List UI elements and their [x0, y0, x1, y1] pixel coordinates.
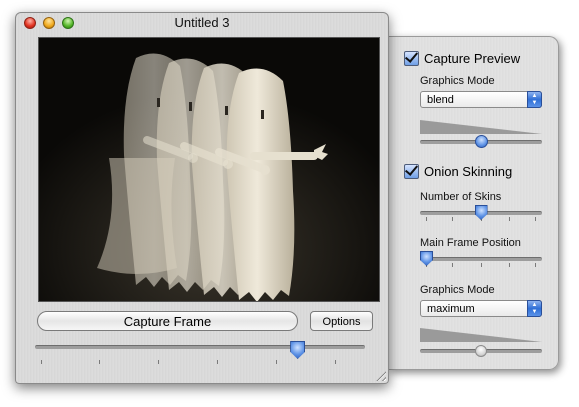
- graphics-mode-label: Graphics Mode: [420, 284, 495, 296]
- options-button[interactable]: Options: [310, 311, 373, 331]
- capture-preview-graphics-mode-popup[interactable]: blend ▲ ▼: [420, 91, 542, 108]
- ghost-figures-image: [39, 38, 379, 301]
- tick-mark: [535, 263, 536, 267]
- tick-mark: [509, 263, 510, 267]
- main-frame-position-label: Main Frame Position: [420, 237, 521, 249]
- tick-mark: [535, 217, 536, 221]
- chevron-up-down-icon: ▲ ▼: [527, 91, 542, 108]
- onion-skinning-row[interactable]: Onion Skinning: [404, 164, 512, 179]
- main-frame-position-slider-track[interactable]: [420, 257, 542, 261]
- window-title: Untitled 3: [174, 15, 230, 30]
- capture-preview-label: Capture Preview: [424, 51, 521, 66]
- tick-mark: [509, 217, 510, 221]
- minimize-icon[interactable]: [43, 17, 55, 29]
- capture-preview-opacity-slider-knob[interactable]: [474, 135, 488, 148]
- onion-skinning-label: Onion Skinning: [424, 164, 513, 179]
- tick-mark: [335, 360, 336, 364]
- frame-slider-ticks: [35, 360, 365, 364]
- opacity-ramp-graphic: [420, 120, 542, 134]
- tick-mark: [452, 263, 453, 267]
- graphics-mode-label: Graphics Mode: [420, 75, 495, 87]
- capture-preview-image: [38, 37, 380, 302]
- frame-slider-track[interactable]: [35, 345, 365, 349]
- graphics-mode-value: blend: [427, 94, 454, 106]
- number-of-skins-label: Number of Skins: [420, 191, 502, 203]
- tick-mark: [481, 263, 482, 267]
- onion-skinning-graphics-mode-popup[interactable]: maximum ▲ ▼: [420, 300, 542, 317]
- frame-slider-knob[interactable]: [290, 341, 306, 359]
- tick-mark: [99, 360, 100, 364]
- capture-preview-row[interactable]: Capture Preview: [404, 51, 520, 66]
- tick-mark: [276, 360, 277, 364]
- capture-frame-button[interactable]: Capture Frame: [37, 311, 298, 331]
- onion-skinning-checkbox[interactable]: [404, 164, 419, 179]
- zoom-icon[interactable]: [62, 17, 74, 29]
- main-frame-position-ticks: [420, 263, 542, 267]
- chevron-up-down-icon: ▲ ▼: [527, 300, 542, 317]
- opacity-ramp-graphic: [420, 328, 542, 342]
- capture-preview-checkbox[interactable]: [404, 51, 419, 66]
- tick-mark: [217, 360, 218, 364]
- resize-grip-icon[interactable]: [374, 369, 386, 381]
- tick-mark: [41, 360, 42, 364]
- tick-mark: [426, 217, 427, 221]
- capture-window: Untitled 3 Capture Frame Options: [15, 12, 389, 384]
- onion-skinning-opacity-slider-knob[interactable]: [475, 345, 487, 357]
- tick-mark: [158, 360, 159, 364]
- tick-mark: [452, 217, 453, 221]
- onion-skin-drawer: Capture Preview Graphics Mode blend ▲ ▼ O…: [388, 36, 559, 370]
- graphics-mode-value: maximum: [427, 303, 475, 315]
- close-icon[interactable]: [24, 17, 36, 29]
